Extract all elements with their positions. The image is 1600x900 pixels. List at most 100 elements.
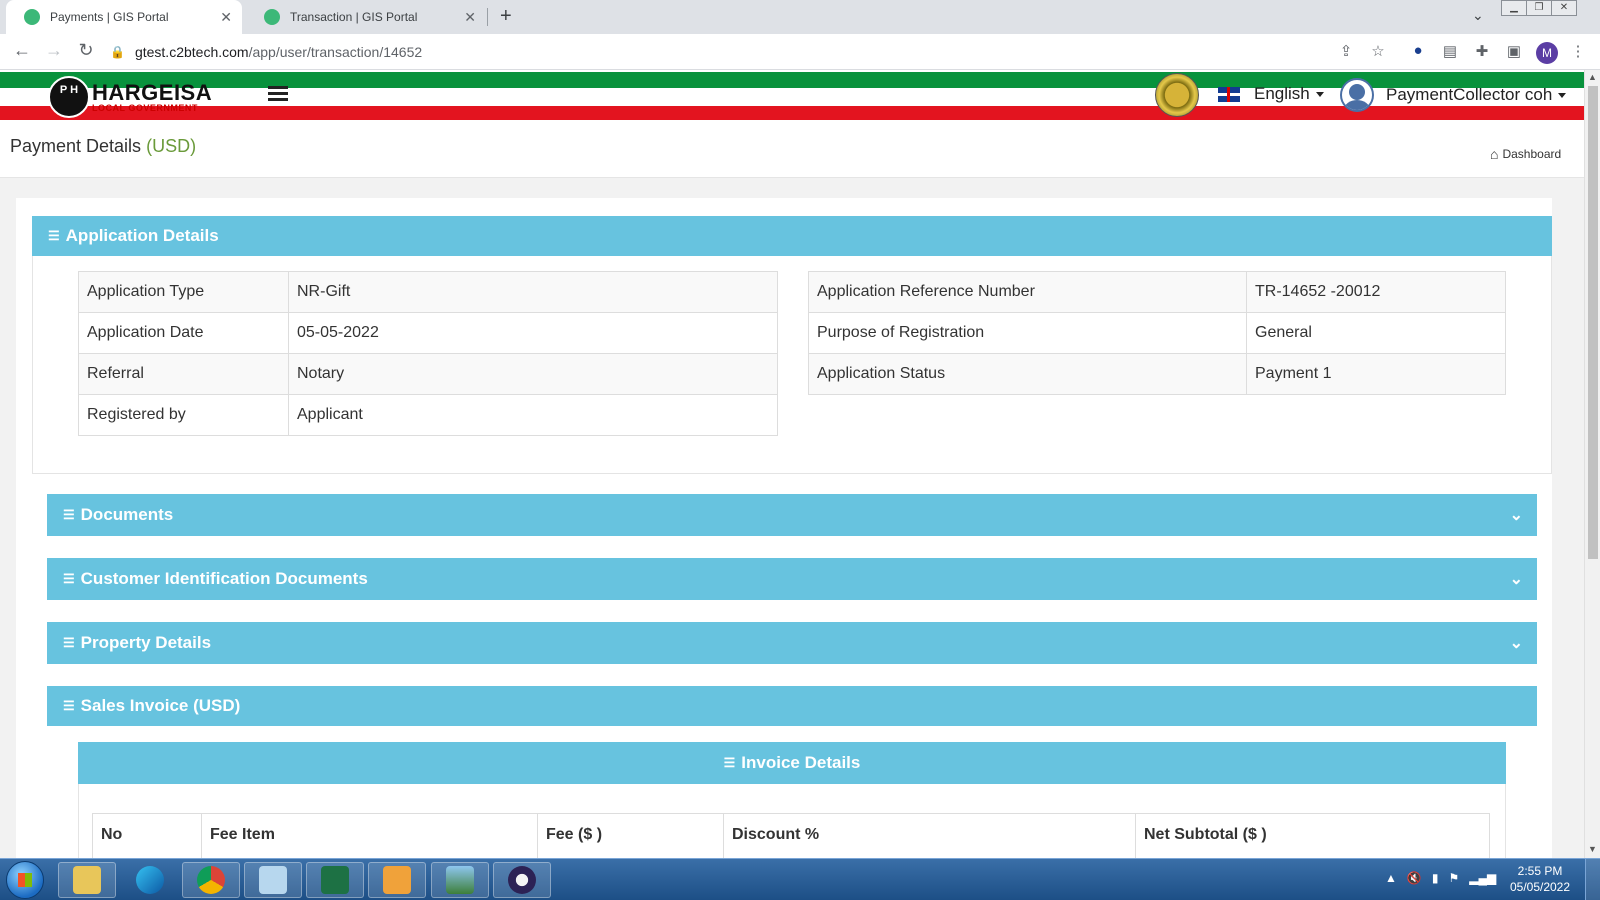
scroll-down-arrow-icon[interactable]: ▼	[1588, 844, 1597, 854]
customer-id-docs-panel-header[interactable]: ☰ Customer Identification Documents ⌄	[47, 558, 1537, 600]
detail-value: NR-Gift	[288, 271, 778, 313]
photo-viewer-icon	[446, 866, 474, 894]
detail-label: Application Type	[78, 271, 289, 313]
hargeisa-logo[interactable]: P H HARGEISA LOCAL GOVERNMENT	[48, 76, 212, 118]
caret-down-icon	[1558, 92, 1567, 98]
page-scrollbar[interactable]: ▲ ▼	[1584, 70, 1600, 858]
browser-menu-icon[interactable]: ⋮	[1568, 42, 1588, 60]
user-menu[interactable]: PaymentCollector coh	[1340, 78, 1567, 112]
minimize-button[interactable]: ▁	[1501, 0, 1527, 16]
invoice-details-header: ☰ Invoice Details	[78, 742, 1506, 784]
property-details-panel-header[interactable]: ☰ Property Details ⌄	[47, 622, 1537, 664]
close-window-button[interactable]: ✕	[1551, 0, 1577, 16]
application-details-table-right: Application Reference Number TR-14652 -2…	[808, 271, 1506, 395]
volume-muted-icon[interactable]: 🔇	[1407, 871, 1422, 885]
chrome-taskbar-button[interactable]	[182, 862, 240, 898]
battery-icon[interactable]: ▮	[1432, 871, 1439, 885]
signal-icon[interactable]: ▂▄▆	[1469, 871, 1496, 885]
extensions-puzzle-icon[interactable]: ✚	[1472, 42, 1492, 60]
notepad-taskbar-button[interactable]	[244, 862, 302, 898]
site-header: P H HARGEISA LOCAL GOVERNMENT English Pa…	[0, 70, 1584, 122]
address-bar[interactable]: 🔒 gtest.c2btech.com/app/user/transaction…	[110, 38, 1370, 66]
url-path: /app/user/transaction/14652	[248, 44, 423, 60]
detail-value: Payment 1	[1246, 353, 1506, 395]
network-warning-icon[interactable]: ⚑	[1448, 871, 1459, 885]
profile-avatar[interactable]: M	[1536, 42, 1558, 64]
tab-search-chevron-icon[interactable]: ⌄	[1472, 7, 1484, 24]
detail-value: Notary	[288, 353, 778, 395]
lock-icon[interactable]: 🔒	[110, 45, 125, 59]
table-row: Referral Notary	[78, 353, 778, 395]
chevron-down-icon[interactable]: ⌄	[1510, 569, 1523, 589]
breadcrumb-dashboard[interactable]: Dashboard	[1502, 147, 1561, 161]
url-host: gtest.c2btech.com	[134, 44, 249, 60]
detail-value: 05-05-2022	[288, 312, 778, 354]
folder-icon	[73, 866, 101, 894]
edge-taskbar-button[interactable]	[121, 862, 179, 898]
tab-separator	[487, 8, 488, 26]
new-tab-button[interactable]: +	[500, 5, 512, 28]
excel-icon	[321, 866, 349, 894]
start-button[interactable]	[6, 861, 44, 899]
restore-button[interactable]: ❐	[1526, 0, 1552, 16]
application-details-header[interactable]: ☰ Application Details	[32, 216, 1552, 256]
column-header-net-subtotal: Net Subtotal ($ )	[1135, 814, 1490, 859]
breadcrumb[interactable]: ⌂ Dashboard	[1490, 146, 1561, 162]
scrollbar-thumb[interactable]	[1588, 86, 1598, 559]
table-row: Purpose of Registration General	[808, 312, 1506, 354]
media-player-taskbar-button[interactable]	[368, 862, 426, 898]
scroll-up-arrow-icon[interactable]: ▲	[1588, 72, 1597, 82]
table-row: Application Status Payment 1	[808, 353, 1506, 395]
back-arrow-icon[interactable]: ←	[10, 40, 34, 61]
tab-payments[interactable]: Payments | GIS Portal ✕	[6, 0, 242, 34]
chevron-down-icon[interactable]: ⌄	[1510, 505, 1523, 525]
user-avatar-icon	[1340, 78, 1374, 112]
photo-viewer-taskbar-button[interactable]	[431, 862, 489, 898]
chrome-icon	[197, 866, 225, 894]
column-header-discount: Discount %	[723, 814, 1135, 859]
eclipse-icon	[508, 866, 536, 894]
detail-label: Application Status	[808, 353, 1247, 395]
close-tab-icon[interactable]: ✕	[220, 9, 232, 26]
extension-shield-icon[interactable]: ●	[1408, 42, 1428, 59]
media-player-icon	[383, 866, 411, 894]
column-header-no: No	[92, 814, 201, 859]
close-tab-icon[interactable]: ✕	[464, 9, 476, 26]
language-dropdown[interactable]: English	[1218, 84, 1324, 104]
bookmark-star-icon[interactable]: ☆	[1368, 42, 1388, 60]
sales-invoice-panel-header[interactable]: ☰ Sales Invoice (USD)	[47, 686, 1537, 726]
forward-arrow-icon[interactable]: →	[42, 40, 66, 61]
gis-portal-favicon-icon	[24, 9, 40, 25]
table-row: Application Type NR-Gift	[78, 271, 778, 313]
detail-value: Applicant	[288, 394, 778, 436]
show-desktop-button[interactable]	[1585, 859, 1600, 900]
share-icon[interactable]: ⇪	[1336, 42, 1356, 60]
list-icon: ☰	[48, 228, 60, 243]
chevron-down-icon[interactable]: ⌄	[1510, 633, 1523, 653]
windows-taskbar: ▲ 🔇 ▮ ⚑ ▂▄▆ 2:55 PM 05/05/2022	[0, 858, 1600, 900]
extension-clipboard-icon[interactable]: ▤	[1440, 42, 1460, 60]
caret-down-icon	[1315, 91, 1324, 97]
detail-value: TR-14652 -20012	[1246, 271, 1506, 313]
logo-name: HARGEISA	[92, 79, 213, 105]
logo-emblem-icon: P H	[48, 76, 90, 118]
show-hidden-icons-icon[interactable]: ▲	[1385, 871, 1397, 885]
language-label: English	[1254, 84, 1310, 103]
taskbar-clock[interactable]: 2:55 PM 05/05/2022	[1505, 863, 1575, 895]
reload-icon[interactable]: ↻	[74, 40, 98, 61]
page-title: Payment Details (USD)	[10, 136, 197, 156]
user-name: PaymentCollector coh	[1386, 85, 1553, 104]
documents-panel-header[interactable]: ☰ Documents ⌄	[47, 494, 1537, 536]
file-explorer-taskbar-button[interactable]	[58, 862, 116, 898]
eclipse-taskbar-button[interactable]	[493, 862, 551, 898]
notepad-icon	[259, 866, 287, 894]
detail-label: Application Reference Number	[808, 271, 1247, 313]
column-header-fee-item: Fee Item	[201, 814, 537, 859]
detail-value: General	[1246, 312, 1506, 354]
clock-date: 05/05/2022	[1509, 880, 1571, 894]
menu-toggle-icon[interactable]	[268, 86, 288, 104]
side-panel-icon[interactable]: ▣	[1504, 42, 1524, 60]
excel-taskbar-button[interactable]	[306, 862, 364, 898]
table-row: Application Reference Number TR-14652 -2…	[808, 271, 1506, 313]
tab-transaction[interactable]: Transaction | GIS Portal ✕	[246, 0, 486, 34]
